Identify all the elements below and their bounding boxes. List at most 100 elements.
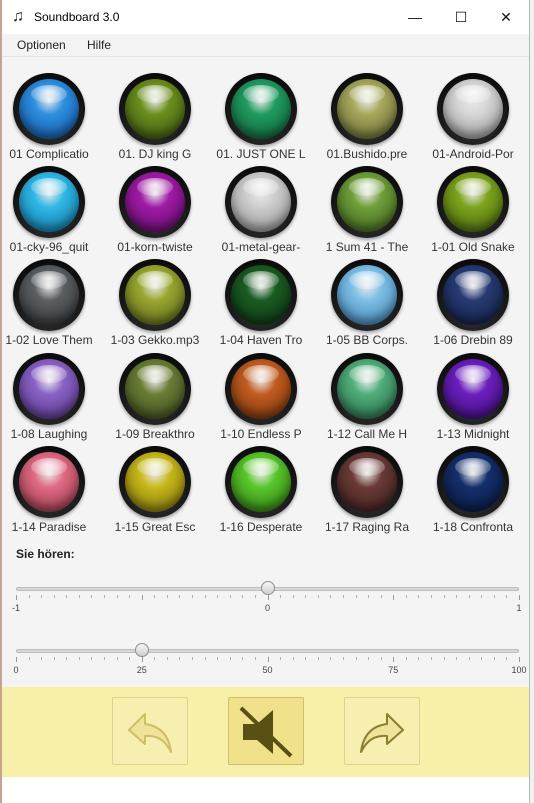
sound-button-cell[interactable]: 1-14 Paradise (0, 430, 102, 534)
sound-play-button[interactable] (13, 259, 85, 331)
slider-tick (380, 595, 382, 598)
sound-play-button[interactable] (331, 446, 403, 518)
slider-tick (443, 595, 445, 598)
sound-button-cell[interactable]: 1-03 Gekko.mp3 (102, 243, 208, 347)
sound-play-button[interactable] (119, 259, 191, 331)
balance-slider[interactable]: -1 0 1 (12, 579, 522, 613)
sound-button-cell[interactable]: 1-18 Confronta (420, 430, 526, 534)
sound-label: 1-15 Great Esc (114, 520, 196, 534)
sound-play-button[interactable] (13, 73, 85, 145)
slider-tick (254, 657, 256, 660)
back-button[interactable] (112, 697, 188, 765)
slider-tick (78, 657, 80, 660)
forward-button[interactable] (344, 697, 420, 765)
sound-play-button[interactable] (437, 353, 509, 425)
sound-label: 1-14 Paradise (11, 520, 87, 534)
sound-play-button[interactable] (331, 259, 403, 331)
slider-tick (368, 595, 370, 598)
slider-tick (78, 595, 80, 598)
sound-play-button[interactable] (13, 446, 85, 518)
sound-button-cell[interactable]: 1-17 Raging Ra (314, 430, 420, 534)
slider-tick (166, 657, 168, 660)
window-footer (2, 777, 529, 803)
mute-button[interactable] (228, 697, 304, 765)
sound-play-button[interactable] (331, 353, 403, 425)
title-bar: ♫ Soundboard 3.0 — ☐ ✕ (2, 0, 529, 34)
slider-tick (418, 657, 420, 660)
sound-play-button[interactable] (225, 166, 297, 238)
sound-play-button[interactable] (437, 259, 509, 331)
slider-tick (468, 595, 470, 598)
sound-play-button[interactable] (13, 353, 85, 425)
sound-button-cell[interactable]: 1-09 Breakthro (102, 337, 208, 441)
slider-tick (192, 595, 194, 598)
sound-play-button[interactable] (225, 446, 297, 518)
slider-tick (229, 657, 231, 660)
volume-slider[interactable]: 0 25 50 75 100 (13, 641, 527, 675)
sound-button-cell[interactable]: 01-Android-Por (420, 57, 526, 161)
menu-hilfe[interactable]: Hilfe (87, 38, 111, 52)
slider-tick (342, 657, 344, 660)
volume-thumb[interactable] (134, 643, 149, 657)
slider-tick (292, 657, 294, 660)
slider-tick (53, 657, 55, 660)
menu-optionen[interactable]: Optionen (17, 38, 66, 52)
window-title: Soundboard 3.0 (34, 10, 120, 24)
sound-button-cell[interactable]: 1-04 Haven Tro (208, 243, 314, 347)
sound-button-cell[interactable]: 01-korn-twiste (102, 150, 208, 254)
balance-thumb[interactable] (260, 581, 275, 595)
sound-play-button[interactable] (331, 166, 403, 238)
sound-button-cell[interactable]: 01.Bushido.pre (314, 57, 420, 161)
back-arrow-icon (128, 713, 172, 753)
sound-button-cell[interactable]: 01-cky-96_quit (0, 150, 102, 254)
sound-play-button[interactable] (119, 353, 191, 425)
slider-tick (493, 657, 495, 660)
slider-tick (242, 595, 244, 598)
sound-button-cell[interactable]: 1 Sum 41 - The (314, 150, 420, 254)
sound-play-button[interactable] (119, 446, 191, 518)
slider-tick (192, 657, 194, 660)
slider-tick (430, 657, 432, 660)
slider-tick (41, 595, 43, 598)
sound-button-cell[interactable]: 1-10 Endless P (208, 337, 314, 441)
slider-tick (342, 595, 344, 598)
sound-button-cell[interactable]: 1-12 Call Me H (314, 337, 420, 441)
volume-tick-label: 25 (136, 665, 147, 675)
sound-play-button[interactable] (225, 73, 297, 145)
sound-play-button[interactable] (13, 166, 85, 238)
slider-tick (229, 595, 231, 598)
content-area: 01 Complicatio 01. DJ king G 01. JUST ONE … (2, 57, 529, 687)
volume-tick-label: 0 (13, 665, 19, 675)
slider-tick (493, 595, 495, 598)
sound-button-cell[interactable]: 1-08 Laughing (0, 337, 102, 441)
slider-tick (405, 595, 407, 598)
volume-ticks (16, 657, 520, 663)
close-icon: ✕ (500, 8, 512, 25)
sound-button-cell[interactable]: 1-02 Love Them (0, 243, 102, 347)
sound-button-cell[interactable]: 1-01 Old Snake (420, 150, 526, 254)
sound-button-cell[interactable]: 01. JUST ONE L (208, 57, 314, 161)
sound-play-button[interactable] (437, 166, 509, 238)
sound-button-cell[interactable]: 01 Complicatio (0, 57, 102, 161)
sound-play-button[interactable] (331, 73, 403, 145)
sound-button-cell[interactable]: 1-16 Desperate (208, 430, 314, 534)
maximize-button[interactable]: ☐ (438, 0, 484, 34)
sound-button-cell[interactable]: 1-13 Midnight (420, 337, 526, 441)
slider-tick (116, 657, 118, 660)
sound-button-cell[interactable]: 01. DJ king G (102, 57, 208, 161)
slider-tick (104, 595, 106, 598)
sound-button-cell[interactable]: 01-metal-gear- (208, 150, 314, 254)
volume-track[interactable] (16, 649, 519, 653)
sound-button-cell[interactable]: 1-05 BB Corps. (314, 243, 420, 347)
minimize-button[interactable]: — (392, 0, 438, 34)
sound-play-button[interactable] (437, 446, 509, 518)
sound-play-button[interactable] (437, 73, 509, 145)
sound-play-button[interactable] (225, 259, 297, 331)
sound-button-cell[interactable]: 1-15 Great Esc (102, 430, 208, 534)
close-button[interactable]: ✕ (483, 0, 529, 34)
sound-play-button[interactable] (119, 73, 191, 145)
sound-play-button[interactable] (119, 166, 191, 238)
sound-play-button[interactable] (225, 353, 297, 425)
sound-button-cell[interactable]: 1-06 Drebin 89 (420, 243, 526, 347)
slider-tick (481, 657, 483, 660)
